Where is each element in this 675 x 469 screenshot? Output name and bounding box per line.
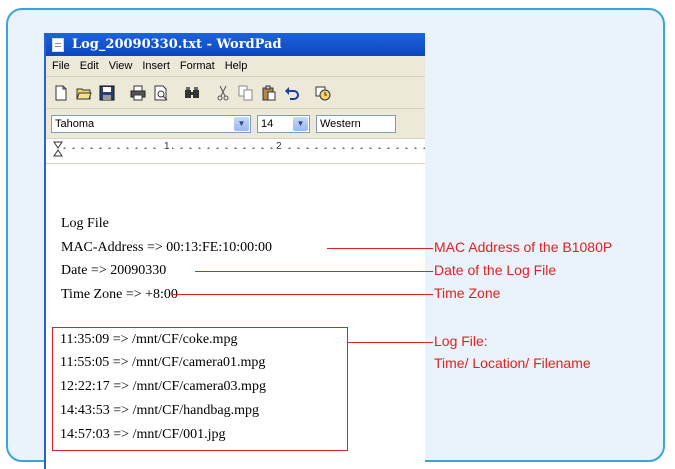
document-icon [52, 37, 64, 52]
annotation-log-line2: Time/ Location/ Filename [434, 355, 591, 371]
copy-icon[interactable] [237, 84, 255, 102]
menu-bar: File Edit View Insert Format Help [46, 56, 425, 77]
menu-view[interactable]: View [109, 60, 133, 72]
chevron-down-icon[interactable]: ▼ [234, 116, 249, 131]
open-icon[interactable] [75, 84, 93, 102]
font-size-select[interactable]: 14 ▼ [257, 114, 310, 133]
save-icon[interactable] [98, 84, 116, 102]
doc-line-mac: MAC-Address => 00:13:FE:10:00:00 [61, 240, 273, 255]
print-icon[interactable] [129, 84, 147, 102]
menu-format[interactable]: Format [180, 60, 215, 72]
script-select[interactable]: Western [316, 114, 396, 133]
doc-line-title: Log File [61, 216, 109, 231]
new-icon[interactable] [52, 84, 70, 102]
standard-toolbar [46, 77, 425, 109]
menu-insert[interactable]: Insert [142, 60, 170, 72]
font-value: Tahoma [55, 117, 95, 130]
date-connector-line [195, 271, 433, 272]
date-time-icon[interactable] [314, 84, 332, 102]
log-entries-highlight-box [52, 327, 348, 451]
ruler-mark-1: 1 [162, 141, 172, 152]
annotation-mac: MAC Address of the B1080P [434, 239, 613, 255]
paste-icon[interactable] [260, 84, 278, 102]
chevron-down-icon[interactable]: ▼ [293, 116, 308, 131]
ruler-mark-2: 2 [274, 141, 284, 152]
cut-icon[interactable] [214, 84, 232, 102]
annotation-timezone: Time Zone [434, 285, 501, 301]
format-bar: Tahoma ▼ 14 ▼ Western [46, 109, 425, 139]
menu-help[interactable]: Help [225, 60, 248, 72]
title-bar: Log_20090330.txt - WordPad [46, 33, 425, 56]
ruler: 1 2 [46, 139, 425, 164]
undo-icon[interactable] [283, 84, 301, 102]
indent-marker-icon[interactable] [53, 141, 63, 159]
print-preview-icon[interactable] [152, 84, 170, 102]
menu-file[interactable]: File [52, 60, 70, 72]
mac-connector-line [327, 248, 433, 249]
doc-line-date: Date => 20090330 [61, 263, 167, 278]
timezone-connector-line [172, 294, 433, 295]
log-connector-line [348, 342, 433, 343]
find-icon[interactable] [183, 84, 201, 102]
doc-line-timezone: Time Zone => +8:00 [61, 287, 178, 302]
menu-edit[interactable]: Edit [80, 60, 99, 72]
font-size-value: 14 [261, 117, 274, 130]
script-value: Western [320, 117, 361, 130]
annotation-log-line1: Log File: [434, 333, 488, 349]
annotation-date: Date of the Log File [434, 262, 557, 278]
ruler-ticks [60, 147, 425, 149]
window-title: Log_20090330.txt - WordPad [72, 37, 282, 52]
font-select[interactable]: Tahoma ▼ [51, 114, 251, 133]
